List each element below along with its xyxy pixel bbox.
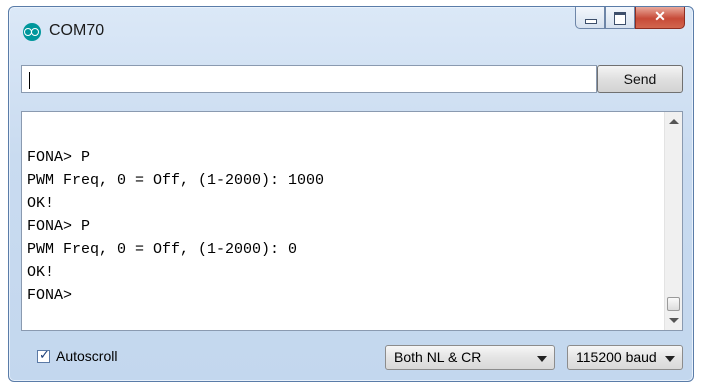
output-lines: FONA> P PWM Freq, 0 = Off, (1-2000): 1000…	[27, 146, 658, 307]
output-line: OK!	[27, 264, 55, 281]
maximize-icon	[614, 12, 626, 25]
serial-monitor-window: COM70 ✕ Send FONA> P PWM Freq, 0 = Off, (…	[8, 6, 694, 382]
minimize-icon	[585, 19, 597, 24]
autoscroll-checkbox[interactable]: ✓	[37, 347, 50, 363]
text-caret	[29, 72, 30, 89]
caption-buttons: ✕	[575, 7, 685, 29]
output-line: OK!	[27, 195, 55, 212]
output-line: FONA> P	[27, 218, 91, 235]
send-button[interactable]: Send	[597, 65, 683, 93]
output-line: FONA> P	[27, 149, 91, 166]
baud-rate-value: 115200 baud	[576, 349, 657, 365]
autoscroll-label: Autoscroll	[56, 348, 118, 364]
serial-output[interactable]: FONA> P PWM Freq, 0 = Off, (1-2000): 1000…	[21, 111, 683, 331]
output-line: FONA>	[27, 287, 73, 304]
chevron-down-icon	[665, 356, 675, 362]
close-icon: ✕	[654, 8, 666, 24]
scroll-down-arrow-icon[interactable]	[669, 318, 679, 323]
window-title: COM70	[49, 22, 105, 39]
scroll-up-arrow-icon[interactable]	[669, 119, 679, 124]
send-row: Send	[21, 65, 683, 95]
chevron-down-icon	[537, 356, 547, 362]
line-ending-select[interactable]: Both NL & CR	[385, 345, 555, 370]
line-ending-value: Both NL & CR	[394, 349, 482, 365]
arduino-logo-icon	[23, 23, 41, 41]
output-line: PWM Freq, 0 = Off, (1-2000): 0	[27, 241, 298, 258]
serial-input[interactable]	[21, 65, 597, 93]
vertical-scrollbar[interactable]	[664, 112, 682, 330]
scroll-thumb[interactable]	[667, 297, 680, 311]
footer-bar: ✓ Autoscroll Both NL & CR 115200 baud	[21, 343, 683, 371]
output-line: PWM Freq, 0 = Off, (1-2000): 1000	[27, 172, 325, 189]
maximize-button[interactable]	[605, 7, 635, 29]
checkmark-icon: ✓	[39, 347, 50, 363]
title-bar[interactable]: COM70 ✕	[9, 7, 693, 47]
autoscroll-toggle[interactable]: ✓ Autoscroll	[37, 348, 117, 364]
close-button[interactable]: ✕	[635, 7, 685, 29]
baud-rate-select[interactable]: 115200 baud	[567, 345, 683, 370]
minimize-button[interactable]	[575, 7, 605, 29]
